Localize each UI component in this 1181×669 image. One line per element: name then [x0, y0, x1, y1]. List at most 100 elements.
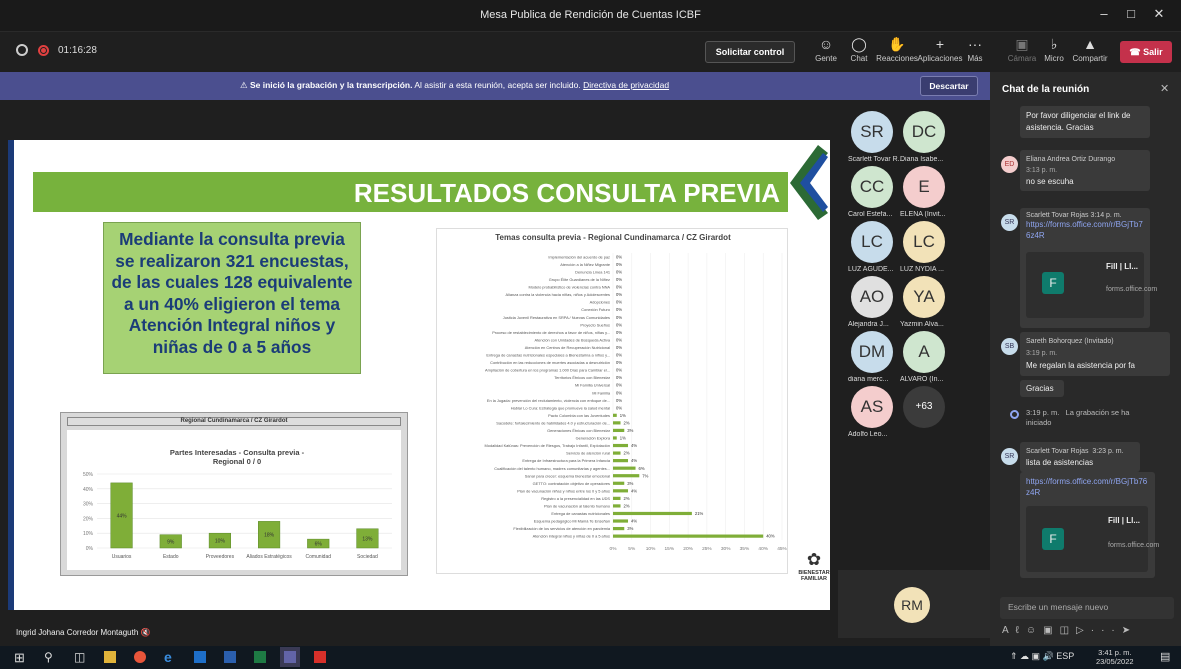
participant-name: Diana Isabe... [900, 156, 944, 163]
participant-avatar[interactable]: E [903, 166, 945, 208]
forms-link[interactable]: https://forms.office.com/r/BGjTb76z4R [1026, 219, 1144, 241]
participant-avatar[interactable]: DC [903, 111, 945, 153]
participant-name: ALVARO (In... [900, 376, 944, 383]
clock[interactable]: 3:41 p. m. 23/05/2022 [1096, 648, 1134, 666]
participant-name: Yazmin Alva... [900, 321, 944, 328]
forms-icon: F [1042, 528, 1064, 550]
participant-avatar[interactable]: A [903, 331, 945, 373]
self-video-tile: RM [838, 570, 990, 638]
bar [613, 436, 617, 440]
recording-status-icon [1010, 410, 1019, 419]
category-label: Adopciones [590, 300, 610, 305]
privacy-link[interactable]: Directiva de privacidad [583, 80, 669, 90]
teams-taskbar-button[interactable] [280, 647, 300, 667]
chat-input[interactable]: Escribe un mensaje nuevo [1000, 597, 1174, 619]
slide-title-bar: RESULTADOS CONSULTA PREVIA [33, 172, 788, 212]
windows-start-icon[interactable]: ⊞ [14, 650, 25, 666]
bar [613, 421, 621, 425]
close-chat-icon[interactable]: ✕ [1160, 82, 1169, 95]
leave-button[interactable]: ☎ Salir [1120, 41, 1172, 63]
task-view-icon[interactable]: ◫ [74, 650, 85, 664]
system-tray[interactable]: ⇑ ☁ ▣ 🔊 ESP [1010, 651, 1074, 662]
shield-icon [16, 44, 28, 56]
word-icon[interactable] [224, 651, 236, 663]
data-label: 0% [616, 405, 622, 410]
meeting-toolbar: 01:16:28 Solicitar control ☺ Gente ◯ Chat … [0, 32, 1181, 72]
file-explorer-icon[interactable] [104, 651, 116, 663]
chrome-icon[interactable] [134, 651, 146, 663]
participant-avatar[interactable]: AO [851, 276, 893, 318]
y-tick-label: 30% [83, 502, 94, 508]
meeting-timer: 01:16:28 [58, 45, 97, 56]
bar [613, 519, 629, 523]
category-label: Entrega de canastas nutricionales [551, 511, 610, 516]
share-button[interactable]: ▲ Compartir [1070, 36, 1110, 63]
participant-avatar[interactable]: CC [851, 166, 893, 208]
participant-avatar[interactable]: DM [851, 331, 893, 373]
data-label: 0% [616, 330, 622, 335]
chat-title: Chat de la reunión [1002, 84, 1090, 95]
more-button[interactable]: ··· Más [955, 36, 995, 63]
participant-avatar[interactable]: LC [851, 221, 893, 263]
data-label: 2% [624, 504, 630, 509]
y-tick-label: 20% [83, 516, 94, 522]
taskbar: ⊞ ⚲ ◫ e ⇑ ☁ ▣ 🔊 ESP 3:41 p. m. 23/05/2022… [0, 646, 1181, 669]
chat-message: Scarlett Tovar Rojas 3:14 p. m. https://… [1020, 208, 1157, 328]
attach-icon[interactable]: ℓ [1016, 625, 1026, 636]
acrobat-icon[interactable] [314, 651, 326, 663]
send-icon[interactable]: ➤ [1122, 625, 1137, 636]
bar [613, 466, 636, 470]
chat-message: https://forms.office.com/r/BGjTb76z4R F … [1020, 472, 1159, 578]
maximize-icon[interactable]: □ [1120, 6, 1142, 21]
participant-avatar[interactable]: SR [851, 111, 893, 153]
chart-header: Regional Cundinamarca / CZ Girardot [67, 417, 401, 426]
close-icon[interactable]: ✕ [1148, 6, 1170, 22]
gif-icon[interactable]: ▣ [1043, 625, 1059, 636]
data-label: 0% [616, 337, 622, 342]
participant-name: LUZ AGUDE... [848, 266, 894, 273]
category-label: Atención en Centros de Recuperación Nutr… [525, 345, 610, 350]
forms-link[interactable]: https://forms.office.com/r/BGjTb76z4R [1026, 476, 1149, 498]
data-label: 6% [315, 542, 323, 548]
link-preview-card[interactable]: F Fill | Ll... forms.office.com [1026, 252, 1157, 318]
search-icon[interactable]: ⚲ [44, 650, 53, 664]
avatar: ED [1001, 156, 1018, 173]
camera-off-icon: ▣ [1015, 36, 1029, 52]
participant-avatar[interactable]: +63 [903, 386, 945, 428]
outlook-icon[interactable] [194, 651, 206, 663]
minimize-icon[interactable]: – [1093, 6, 1115, 21]
excel-icon[interactable] [254, 651, 266, 663]
ie-icon[interactable]: e [164, 649, 172, 665]
format-icon[interactable]: A [1002, 625, 1016, 636]
category-label: Denuncia Línea 141 [575, 269, 610, 274]
notifications-icon[interactable]: ▤ [1160, 650, 1170, 663]
mic-button[interactable]: ♭ Micro [1038, 36, 1070, 63]
avatar: SR [1001, 214, 1018, 231]
data-label: 2% [624, 496, 630, 501]
loop-icon[interactable]: ▷ [1076, 625, 1091, 636]
category-label: Sacúdete: fortalecimiento de habilidades… [496, 420, 610, 425]
category-label: Hablar Lo Cura: Estrategia que promueve … [511, 405, 610, 410]
bar [613, 428, 625, 433]
participant-name: ELENA (Invit... [900, 211, 946, 218]
participant-avatar[interactable]: LC [903, 221, 945, 263]
data-label: 0% [616, 300, 622, 305]
request-control-button[interactable]: Solicitar control [705, 41, 795, 63]
dismiss-button[interactable]: Descartar [920, 76, 978, 96]
bar [613, 504, 621, 508]
emoji-icon[interactable]: ☺ [1026, 625, 1043, 636]
participant-avatar[interactable]: YA [903, 276, 945, 318]
participant-name: Alejandra J... [848, 321, 889, 328]
more-icon[interactable]: ··· [1091, 625, 1122, 636]
bar [613, 451, 621, 455]
chat-message: Eliana Andrea Ortiz Durango 3:13 p. m. n… [1020, 150, 1150, 191]
camera-button[interactable]: ▣ Cámara [1007, 36, 1037, 63]
mic-off-icon: 🔇 [140, 628, 151, 637]
link-preview-card[interactable]: F Fill | Ll... forms.office.com [1026, 506, 1159, 572]
sticker-icon[interactable]: ◫ [1060, 625, 1076, 636]
participant-avatar[interactable]: AS [851, 386, 893, 428]
x-tick-label: 20% [683, 546, 693, 552]
reactions-button[interactable]: ✋ Reacciones [875, 36, 919, 63]
chat-compose-actions[interactable]: Aℓ☺▣◫▷···➤ [1002, 625, 1172, 636]
y-tick-label: 40% [83, 487, 94, 493]
